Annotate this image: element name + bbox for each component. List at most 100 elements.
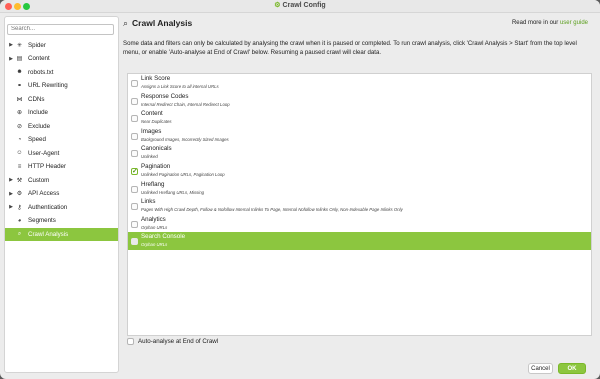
option-title: Search Console xyxy=(141,233,186,241)
title-bar: ⚙ Crawl Config xyxy=(0,0,600,13)
section-header: ⌕ Crawl Analysis Read more in our user g… xyxy=(123,16,596,30)
option-row-content[interactable]: Content Near Duplicates xyxy=(128,109,591,127)
sidebar-item-segments[interactable]: ◕ Segments xyxy=(5,214,118,228)
option-subtitle: Unlinked Pagination URLs, Pagination Loo… xyxy=(141,171,225,177)
option-checkbox[interactable] xyxy=(131,203,138,211)
option-title: Links xyxy=(141,198,156,206)
sidebar-item-cdns[interactable]: ⋈ CDNs xyxy=(5,93,118,107)
option-title: Content xyxy=(141,110,163,118)
option-subtitle: Assigns a Link Score to all internal URL… xyxy=(141,84,219,89)
sidebar-item-content[interactable]: ▶ ▤ Content xyxy=(5,52,118,66)
option-row-pagination[interactable]: PaginationUnlinked Pagination URLs, Pagi… xyxy=(128,162,591,180)
crawl-config-window: ⚙Crawl Config ▶✳Spider▶▤Content☻robots.t… xyxy=(0,0,600,379)
auto-analyse-label: Auto-analyse at End of Crawl xyxy=(138,338,219,345)
option-checkbox[interactable] xyxy=(131,80,138,87)
search-icon: ⌕ xyxy=(17,230,22,237)
chevron-right-icon[interactable]: ▶ xyxy=(7,177,15,183)
robot-icon: ☻ xyxy=(16,69,23,76)
sidebar-item-label: URL Rewriting xyxy=(28,82,68,90)
network-icon: ⋈ xyxy=(16,96,23,103)
sidebar-item-label: Segments xyxy=(28,217,56,225)
option-subtitle: Near Duplicates xyxy=(141,119,172,125)
page-title: Crawl Analysis xyxy=(132,18,193,28)
sidebar-item-label: API Access xyxy=(28,190,60,198)
analysis-options-list: Link Score Assigns a Link Score to all in… xyxy=(127,73,592,336)
chevron-right-icon[interactable]: ▶ xyxy=(7,191,15,197)
wrench-icon: ⚒ xyxy=(16,177,23,184)
option-row-response-codes[interactable]: Response Codes Internal Redirect Chain, I… xyxy=(128,92,591,110)
option-title: Response Codes xyxy=(141,92,189,100)
sidebar-item-label: HTTP Header xyxy=(28,163,67,171)
ok-button[interactable]: OK xyxy=(558,363,586,374)
description-text: Some data and filters can only be calcul… xyxy=(123,40,577,56)
sidebar-search-input[interactable] xyxy=(7,23,114,35)
gear-icon: ⚙ xyxy=(274,2,281,9)
sidebar-item-url-rewriting[interactable]: ⚭ URL Rewriting xyxy=(5,79,118,93)
include-icon: ⊕ xyxy=(16,110,23,117)
sidebar-item-label: Exclude xyxy=(28,122,51,130)
sidebar-item-include[interactable]: ⊕ Include xyxy=(5,106,118,120)
sidebar-item-user-agent[interactable]: ☺ User-Agent xyxy=(5,147,118,161)
sidebar-item-label: Speed xyxy=(28,136,46,144)
option-checkbox[interactable] xyxy=(131,115,138,123)
option-subtitle: Pages With High Crawl Depth, Follow & No… xyxy=(141,207,403,213)
sidebar-item-authentication[interactable]: ▶ ⚷ Authentication xyxy=(5,201,118,215)
link-icon: ⚭ xyxy=(16,83,23,90)
user-icon: ☺ xyxy=(16,150,23,157)
sidebar-item-api-access[interactable]: ▶ ⚙ API Access xyxy=(5,187,118,201)
sidebar-item-label: robots.txt xyxy=(28,68,54,76)
chevron-right-icon[interactable]: ▶ xyxy=(7,56,15,62)
sidebar-item-label: Crawl Analysis xyxy=(28,230,69,238)
sidebar-item-label: Custom xyxy=(28,176,50,184)
option-title: Canonicals xyxy=(141,145,172,153)
option-checkbox[interactable] xyxy=(131,185,138,193)
option-row-images[interactable]: Images Background Images, Incorrectly Siz… xyxy=(128,127,591,145)
read-more-prefix: Read more in our xyxy=(511,20,559,26)
window-title: ⚙ Crawl Config xyxy=(0,1,600,9)
option-checkbox[interactable] xyxy=(131,132,138,140)
sidebar-item-label: User-Agent xyxy=(28,149,60,157)
option-row-link-score[interactable]: Link Score Assigns a Link Score to all in… xyxy=(128,74,591,92)
option-row-links[interactable]: Links Pages With High Crawl Depth, Follow… xyxy=(128,197,591,215)
sidebar-item-http-header[interactable]: ≡ HTTP Header xyxy=(5,160,118,174)
option-subtitle: Internal Redirect Chain, Internal Redire… xyxy=(141,101,230,107)
exclude-icon: ⊘ xyxy=(16,123,23,130)
option-row-analytics[interactable]: Analytics Orphan URLs xyxy=(128,215,591,233)
sidebar-item-label: CDNs xyxy=(28,95,45,103)
auto-analyse-checkbox[interactable] xyxy=(127,338,134,345)
option-checkbox[interactable] xyxy=(131,167,138,175)
chevron-right-icon[interactable]: ▶ xyxy=(7,42,15,48)
option-checkbox[interactable] xyxy=(131,150,138,158)
option-checkbox[interactable] xyxy=(131,220,138,228)
user-guide-link[interactable]: user guide xyxy=(560,20,588,26)
sidebar-item-crawl-analysis[interactable]: ⌕ Crawl Analysis xyxy=(5,227,118,241)
sidebar-item-speed[interactable]: ◔ Speed xyxy=(5,133,118,147)
sidebar-item-label: Spider xyxy=(28,41,46,49)
option-checkbox[interactable] xyxy=(131,238,138,246)
header-icon: ≡ xyxy=(17,163,22,170)
option-title: Pagination xyxy=(141,162,171,170)
cancel-button[interactable]: Cancel xyxy=(528,363,553,374)
auto-analyse-option[interactable]: Auto-analyse at End of Crawl xyxy=(127,338,218,345)
sidebar-item-label: Authentication xyxy=(28,203,68,211)
sidebar-nav: ▶ ✳ Spider ▶ ▤ Content ☻ robots.txt ⚭ URL Rewriti… xyxy=(5,39,118,241)
option-checkbox[interactable] xyxy=(131,97,138,105)
sidebar-item-robots-txt[interactable]: ☻ robots.txt xyxy=(5,66,118,80)
pie-icon: ◕ xyxy=(17,217,22,224)
gear-icon: ⚙ xyxy=(16,191,23,198)
sidebar-item-exclude[interactable]: ⊘ Exclude xyxy=(5,120,118,134)
main-panel: ⌕ Crawl Analysis Read more in our user g… xyxy=(123,16,596,379)
chevron-right-icon[interactable]: ▶ xyxy=(7,204,15,210)
document-icon: ▤ xyxy=(16,56,23,63)
sidebar-item-spider[interactable]: ▶ ✳ Spider xyxy=(5,39,118,53)
option-row-canonicals[interactable]: Canonicals Unlinked xyxy=(128,144,591,162)
option-row-search-console[interactable]: Search Console Orphan URLs xyxy=(128,232,591,250)
option-row-hreflang[interactable]: Hreflang Unlinked Hreflang URLs, Missing xyxy=(128,180,591,198)
key-icon: ⚷ xyxy=(17,204,22,211)
search-icon: ⌕ xyxy=(123,17,129,28)
spider-icon: ✳ xyxy=(16,42,23,49)
dialog-footer: Cancel OK xyxy=(528,363,586,374)
option-subtitle: Unlinked xyxy=(141,154,158,160)
option-title: Hreflang xyxy=(141,180,165,188)
sidebar-item-custom[interactable]: ▶ ⚒ Custom xyxy=(5,174,118,188)
